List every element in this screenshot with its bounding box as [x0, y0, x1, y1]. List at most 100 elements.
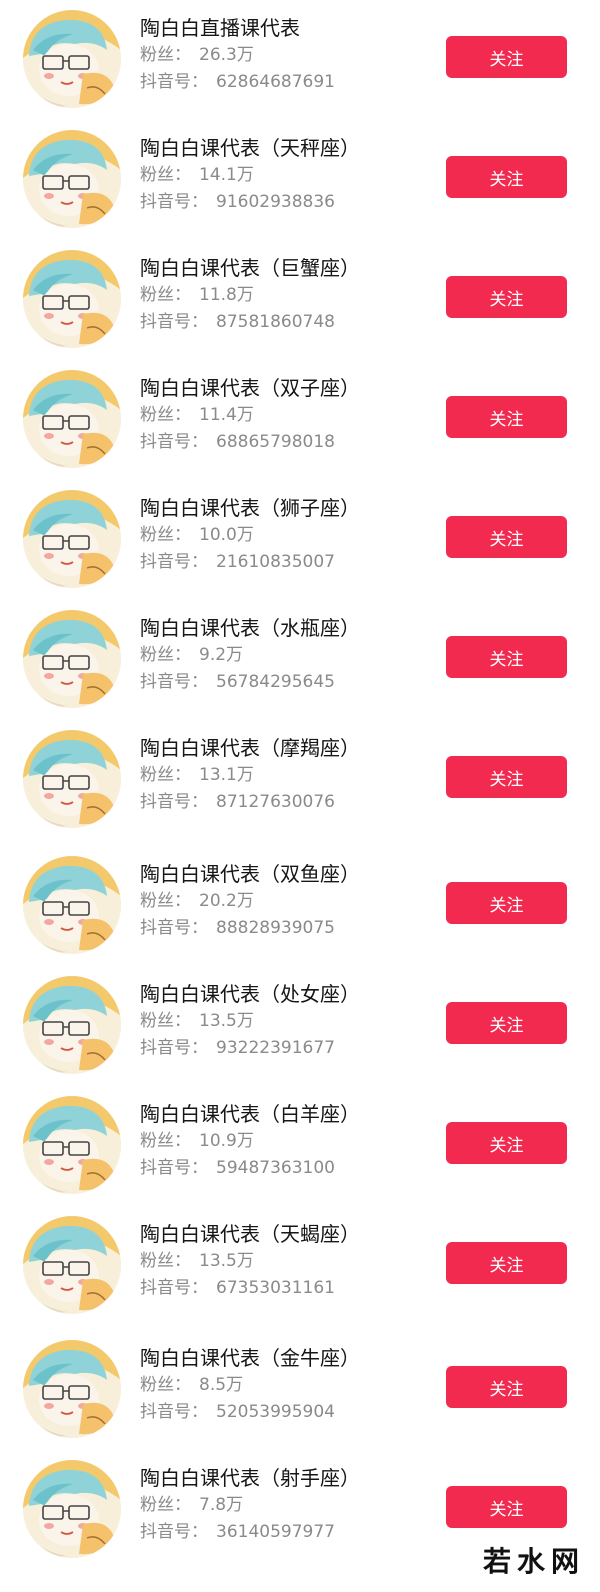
douyin-id: 抖音号： 93222391677	[140, 1035, 430, 1062]
fans-label: 粉丝：	[140, 165, 191, 185]
account-row[interactable]: 陶白白课代表（水瓶座） 粉丝： 9.2万 抖音号： 56784295645 关注	[0, 600, 600, 720]
douyin-id-value: 52053995904	[216, 1402, 335, 1422]
follow-button[interactable]: 关注	[446, 882, 567, 924]
avatar[interactable]	[23, 1460, 121, 1558]
account-info: 陶白白课代表（双鱼座） 粉丝： 20.2万 抖音号： 88828939075	[140, 860, 430, 942]
avatar[interactable]	[23, 130, 121, 228]
douyin-id: 抖音号： 67353031161	[140, 1275, 430, 1302]
fans-count: 粉丝： 11.8万	[140, 282, 430, 309]
follow-button[interactable]: 关注	[446, 1002, 567, 1044]
fans-value: 11.8万	[199, 285, 254, 305]
account-name[interactable]: 陶白白课代表（天蝎座）	[140, 1220, 430, 1248]
douyin-id-label: 抖音号：	[140, 1522, 208, 1542]
account-name[interactable]: 陶白白课代表（水瓶座）	[140, 614, 430, 642]
douyin-id-value: 67353031161	[216, 1278, 335, 1298]
account-name[interactable]: 陶白白课代表（白羊座）	[140, 1100, 430, 1128]
account-name[interactable]: 陶白白课代表（射手座）	[140, 1464, 430, 1492]
account-info: 陶白白课代表（金牛座） 粉丝： 8.5万 抖音号： 52053995904	[140, 1344, 430, 1426]
account-row[interactable]: 陶白白直播课代表 粉丝： 26.3万 抖音号： 62864687691 关注	[0, 0, 600, 120]
douyin-id-value: 21610835007	[216, 552, 335, 572]
fans-value: 14.1万	[199, 165, 254, 185]
account-row[interactable]: 陶白白课代表（金牛座） 粉丝： 8.5万 抖音号： 52053995904 关注	[0, 1330, 600, 1450]
douyin-id-label: 抖音号：	[140, 192, 208, 212]
account-info: 陶白白课代表（摩羯座） 粉丝： 13.1万 抖音号： 87127630076	[140, 734, 430, 816]
account-info: 陶白白课代表（巨蟹座） 粉丝： 11.8万 抖音号： 87581860748	[140, 254, 430, 336]
account-row[interactable]: 陶白白课代表（白羊座） 粉丝： 10.9万 抖音号： 59487363100 关注	[0, 1086, 600, 1206]
avatar[interactable]	[23, 250, 121, 348]
fans-value: 10.0万	[199, 525, 254, 545]
avatar[interactable]	[23, 490, 121, 588]
douyin-id: 抖音号： 52053995904	[140, 1399, 430, 1426]
douyin-id: 抖音号： 62864687691	[140, 69, 430, 96]
avatar[interactable]	[23, 1096, 121, 1194]
account-name[interactable]: 陶白白课代表（摩羯座）	[140, 734, 430, 762]
account-info: 陶白白课代表（天蝎座） 粉丝： 13.5万 抖音号： 67353031161	[140, 1220, 430, 1302]
fans-value: 11.4万	[199, 405, 254, 425]
avatar[interactable]	[23, 730, 121, 828]
account-name[interactable]: 陶白白课代表（双鱼座）	[140, 860, 430, 888]
account-row[interactable]: 陶白白课代表（天秤座） 粉丝： 14.1万 抖音号： 91602938836 关注	[0, 120, 600, 240]
fans-label: 粉丝：	[140, 525, 191, 545]
follow-button[interactable]: 关注	[446, 1366, 567, 1408]
account-name[interactable]: 陶白白课代表（处女座）	[140, 980, 430, 1008]
follow-button[interactable]: 关注	[446, 156, 567, 198]
follow-button[interactable]: 关注	[446, 36, 567, 78]
douyin-id-label: 抖音号：	[140, 1158, 208, 1178]
fans-value: 13.5万	[199, 1011, 254, 1031]
fans-count: 粉丝： 13.5万	[140, 1248, 430, 1275]
follow-button[interactable]: 关注	[446, 516, 567, 558]
account-name[interactable]: 陶白白课代表（巨蟹座）	[140, 254, 430, 282]
fans-count: 粉丝： 7.8万	[140, 1492, 430, 1519]
account-name[interactable]: 陶白白直播课代表	[140, 14, 430, 42]
account-name[interactable]: 陶白白课代表（金牛座）	[140, 1344, 430, 1372]
follow-button[interactable]: 关注	[446, 1122, 567, 1164]
fans-count: 粉丝： 26.3万	[140, 42, 430, 69]
account-row[interactable]: 陶白白课代表（巨蟹座） 粉丝： 11.8万 抖音号： 87581860748 关注	[0, 240, 600, 360]
douyin-id-label: 抖音号：	[140, 1402, 208, 1422]
account-row[interactable]: 陶白白课代表（双子座） 粉丝： 11.4万 抖音号： 68865798018 关注	[0, 360, 600, 480]
account-row[interactable]: 陶白白课代表（处女座） 粉丝： 13.5万 抖音号： 93222391677 关注	[0, 966, 600, 1086]
douyin-id-value: 62864687691	[216, 72, 335, 92]
account-row[interactable]: 陶白白课代表（狮子座） 粉丝： 10.0万 抖音号： 21610835007 关注	[0, 480, 600, 600]
fans-count: 粉丝： 10.9万	[140, 1128, 430, 1155]
avatar[interactable]	[23, 370, 121, 468]
douyin-id-label: 抖音号：	[140, 792, 208, 812]
follow-button[interactable]: 关注	[446, 276, 567, 318]
account-name[interactable]: 陶白白课代表（狮子座）	[140, 494, 430, 522]
account-info: 陶白白课代表（天秤座） 粉丝： 14.1万 抖音号： 91602938836	[140, 134, 430, 216]
fans-count: 粉丝： 8.5万	[140, 1372, 430, 1399]
fans-count: 粉丝： 11.4万	[140, 402, 430, 429]
avatar[interactable]	[23, 1340, 121, 1438]
avatar[interactable]	[23, 10, 121, 108]
fans-value: 26.3万	[199, 45, 254, 65]
follow-button[interactable]: 关注	[446, 636, 567, 678]
account-name[interactable]: 陶白白课代表（天秤座）	[140, 134, 430, 162]
avatar[interactable]	[23, 1216, 121, 1314]
account-info: 陶白白课代表（水瓶座） 粉丝： 9.2万 抖音号： 56784295645	[140, 614, 430, 696]
douyin-id: 抖音号： 21610835007	[140, 549, 430, 576]
avatar[interactable]	[23, 856, 121, 954]
account-row[interactable]: 陶白白课代表（天蝎座） 粉丝： 13.5万 抖音号： 67353031161 关注	[0, 1206, 600, 1326]
follow-button[interactable]: 关注	[446, 1486, 567, 1528]
fans-count: 粉丝： 14.1万	[140, 162, 430, 189]
account-info: 陶白白课代表（狮子座） 粉丝： 10.0万 抖音号： 21610835007	[140, 494, 430, 576]
account-row[interactable]: 陶白白课代表（双鱼座） 粉丝： 20.2万 抖音号： 88828939075 关注	[0, 846, 600, 966]
douyin-id-value: 36140597977	[216, 1522, 335, 1542]
avatar[interactable]	[23, 610, 121, 708]
douyin-id-value: 88828939075	[216, 918, 335, 938]
follow-button[interactable]: 关注	[446, 1242, 567, 1284]
fans-value: 8.5万	[199, 1375, 244, 1395]
douyin-id-label: 抖音号：	[140, 1278, 208, 1298]
fans-count: 粉丝： 13.1万	[140, 762, 430, 789]
follow-button[interactable]: 关注	[446, 396, 567, 438]
douyin-id-value: 87127630076	[216, 792, 335, 812]
fans-value: 13.1万	[199, 765, 254, 785]
account-info: 陶白白课代表（射手座） 粉丝： 7.8万 抖音号： 36140597977	[140, 1464, 430, 1546]
follow-button[interactable]: 关注	[446, 756, 567, 798]
account-row[interactable]: 陶白白课代表（摩羯座） 粉丝： 13.1万 抖音号： 87127630076 关注	[0, 720, 600, 840]
avatar[interactable]	[23, 976, 121, 1074]
account-info: 陶白白课代表（处女座） 粉丝： 13.5万 抖音号： 93222391677	[140, 980, 430, 1062]
fans-label: 粉丝：	[140, 45, 191, 65]
fans-label: 粉丝：	[140, 1131, 191, 1151]
account-name[interactable]: 陶白白课代表（双子座）	[140, 374, 430, 402]
